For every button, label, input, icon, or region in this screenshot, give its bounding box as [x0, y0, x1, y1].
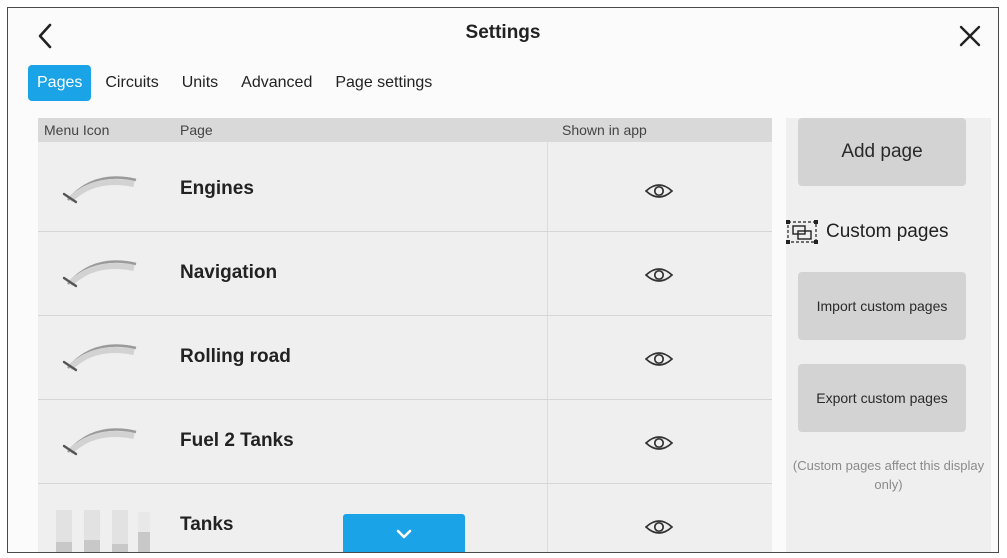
eye-icon[interactable] — [645, 434, 673, 452]
tab-circuits[interactable]: Circuits — [96, 65, 167, 101]
scroll-down-button[interactable] — [343, 514, 465, 552]
eye-icon[interactable] — [645, 182, 673, 200]
page-name: Fuel 2 Tanks — [180, 430, 294, 451]
table-row[interactable]: Fuel 2 Tanks — [38, 400, 772, 484]
import-custom-pages-button[interactable]: Import custom pages — [798, 272, 966, 340]
table-row[interactable]: Rolling road — [38, 316, 772, 400]
eye-icon[interactable] — [645, 518, 673, 536]
page-title: Settings — [465, 22, 541, 43]
table-header: Menu Icon Page Shown in app — [38, 118, 772, 142]
tab-units[interactable]: Units — [173, 65, 227, 101]
page-name: Tanks — [180, 514, 234, 535]
page-name: Navigation — [180, 262, 278, 283]
custom-pages-heading: Custom pages — [786, 218, 949, 246]
column-header-shown-in-app: Shown in app — [562, 122, 647, 138]
page-name: Engines — [180, 178, 254, 199]
eye-icon[interactable] — [645, 350, 673, 368]
side-panel: Add page Custom pages Import custom page… — [786, 118, 991, 552]
custom-pages-note: (Custom pages affect this display only) — [792, 458, 985, 492]
add-page-button[interactable]: Add page — [798, 118, 966, 186]
title-bar: Settings — [8, 8, 998, 64]
tab-pages[interactable]: Pages — [28, 65, 92, 101]
gauge-icon — [62, 260, 137, 288]
tab-page-settings[interactable]: Page settings — [326, 65, 441, 101]
column-header-menu-icon: Menu Icon — [44, 122, 110, 138]
column-header-page: Page — [180, 122, 213, 138]
close-button[interactable] — [952, 18, 988, 54]
tab-bar: Pages Circuits Units Advanced Page setti… — [28, 64, 446, 102]
page-name: Rolling road — [180, 346, 291, 367]
pages-table: Menu Icon Page Shown in app Engines Navi… — [38, 118, 772, 552]
close-icon — [959, 25, 981, 47]
tab-advanced[interactable]: Advanced — [232, 65, 321, 101]
custom-pages-label: Custom pages — [826, 221, 949, 242]
gauge-icon — [62, 428, 137, 456]
table-row[interactable]: Engines — [38, 148, 772, 232]
gauge-icon — [62, 344, 137, 372]
settings-dialog: Settings Pages Circuits Units Advanced P… — [7, 7, 999, 553]
export-custom-pages-button[interactable]: Export custom pages — [798, 364, 966, 432]
chevron-down-icon — [396, 529, 412, 539]
tank-icon — [56, 510, 150, 552]
table-row[interactable]: Navigation — [38, 232, 772, 316]
custom-pages-icon — [786, 220, 818, 244]
eye-icon[interactable] — [645, 266, 673, 284]
gauge-icon — [62, 176, 137, 204]
